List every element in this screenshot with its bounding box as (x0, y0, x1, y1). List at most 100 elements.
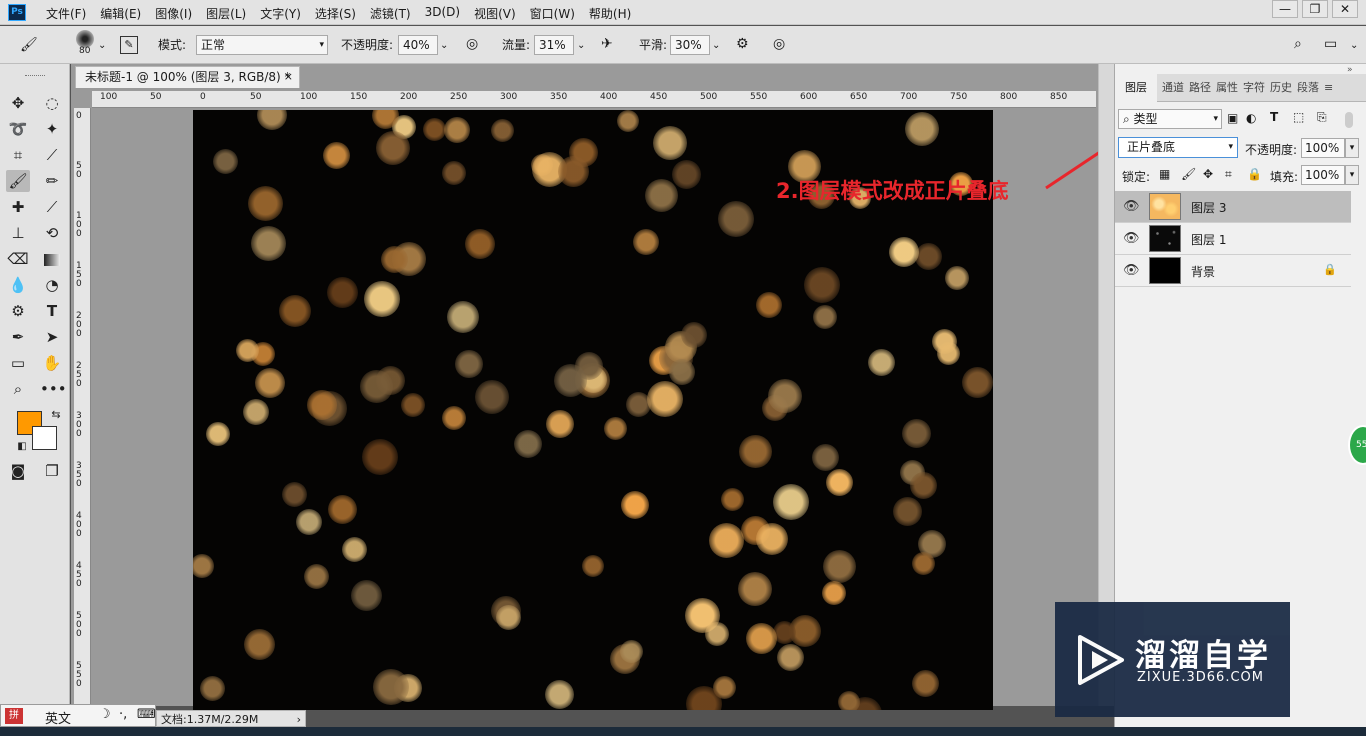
lasso-tool-icon[interactable]: ➰ (6, 118, 30, 140)
filter-adjustment-icon[interactable]: ◐ (1246, 111, 1256, 125)
fill-input[interactable]: 100% (1301, 165, 1345, 185)
default-colors-icon[interactable]: ◧ (10, 436, 34, 458)
rectangle-tool-icon[interactable]: ▭ (6, 352, 30, 374)
swap-colors-icon[interactable]: ⇆ (44, 404, 68, 426)
hand-tool-icon[interactable]: ✋ (40, 352, 64, 374)
smoothing-input[interactable]: 30% (670, 35, 710, 55)
screen-mode-icon[interactable]: ❐ (40, 460, 64, 482)
healing-tool-icon[interactable]: ✚ (6, 196, 30, 218)
eye-icon[interactable]: 👁 (1123, 263, 1140, 278)
filter-smart-object-icon[interactable]: ⎘ (1317, 110, 1327, 125)
chevron-down-icon[interactable]: ⌄ (440, 38, 448, 54)
chevron-down-icon[interactable]: ⌄ (577, 38, 585, 54)
chevron-down-icon[interactable]: ⌄ (712, 38, 720, 54)
filter-shape-icon[interactable]: ⬚ (1293, 110, 1304, 124)
moon-icon[interactable]: ☽ (99, 707, 111, 722)
tab-history[interactable]: 历史 (1265, 74, 1292, 102)
menu-layer[interactable]: 图层(L) (206, 5, 246, 22)
zoom-tool-icon[interactable]: ⌕ (6, 378, 30, 400)
pressure-size-icon[interactable]: ◎ (773, 36, 785, 52)
panel-menu-icon[interactable]: ≡ (1319, 74, 1338, 102)
gradient-tool-icon[interactable] (40, 248, 64, 270)
pencil-tool-icon[interactable]: ✏ (40, 170, 64, 192)
move-tool-icon[interactable]: ✥ (6, 92, 30, 114)
chevron-right-icon[interactable]: › (297, 711, 301, 728)
layer-name[interactable]: 图层 1 (1191, 231, 1226, 248)
minimize-button[interactable]: — (1272, 0, 1298, 18)
layer-row-background[interactable]: 👁 背景 🔒 (1115, 255, 1351, 287)
tab-properties[interactable]: 属性 (1211, 74, 1238, 102)
tab-layers[interactable]: 图层 (1115, 74, 1157, 102)
lock-transparency-icon[interactable]: ▦ (1159, 167, 1170, 181)
menu-type[interactable]: 文字(Y) (260, 5, 301, 22)
crop-tool-icon[interactable]: ⌗ (6, 144, 30, 166)
type-tool-icon[interactable]: T (40, 300, 64, 322)
layer-opacity-input[interactable]: 100% (1301, 138, 1345, 158)
close-tab-icon[interactable]: × (284, 67, 293, 87)
lock-all-icon[interactable]: 🔒 (1247, 167, 1262, 181)
tab-channels[interactable]: 通道 (1157, 74, 1184, 102)
eyedropper-tool-icon[interactable]: ⟋ (40, 144, 64, 166)
brush-panel-icon[interactable]: ✎ (120, 36, 138, 54)
3d-tool-icon[interactable]: ⚙ (6, 300, 30, 322)
eraser-tool-icon[interactable]: ⌫ (6, 248, 30, 270)
layer-name[interactable]: 背景 (1191, 263, 1215, 280)
layer-row-layer1[interactable]: 👁 图层 1 (1115, 223, 1351, 255)
pressure-opacity-icon[interactable]: ◎ (466, 36, 478, 52)
restore-button[interactable]: ❐ (1302, 0, 1328, 18)
menu-edit[interactable]: 编辑(E) (100, 5, 141, 22)
opacity-input[interactable]: 40% (398, 35, 438, 55)
toolbar-grip[interactable] (25, 75, 45, 78)
more-tools-icon[interactable]: ••• (40, 378, 67, 400)
search-icon[interactable]: ⌕ (1294, 36, 1302, 52)
menu-image[interactable]: 图像(I) (155, 5, 192, 22)
layer-row-layer3[interactable]: 👁 图层 3 (1115, 191, 1351, 223)
filter-pixel-icon[interactable]: ▣ (1227, 111, 1238, 125)
lock-artboard-icon[interactable]: ⌗ (1225, 167, 1232, 182)
tab-character[interactable]: 字符 (1238, 74, 1265, 102)
pen-tool-icon[interactable]: ✒ (6, 326, 30, 348)
chevron-down-icon[interactable]: ⌄ (1350, 38, 1358, 54)
keyboard-icon[interactable]: ⌨ (137, 707, 156, 722)
gear-icon[interactable]: ⚙ (736, 36, 749, 52)
stamp-tool-icon[interactable]: ⊥ (6, 222, 30, 244)
menu-3d[interactable]: 3D(D) (425, 5, 460, 22)
quick-mask-icon[interactable]: ◙ (6, 460, 30, 482)
magic-wand-tool-icon[interactable]: ✦ (40, 118, 64, 140)
eye-icon[interactable]: 👁 (1123, 231, 1140, 246)
brush-tool-icon[interactable]: 🖌 (20, 37, 38, 53)
history-brush-tool-icon[interactable]: ⟲ (40, 222, 64, 244)
workspace-icon[interactable]: ▭ (1324, 36, 1337, 52)
tab-paragraph[interactable]: 段落 (1292, 74, 1319, 102)
filter-type-icon[interactable]: T (1270, 110, 1278, 124)
path-select-tool-icon[interactable]: ➤ (40, 326, 64, 348)
brush-tool-icon[interactable]: 🖌 (6, 170, 30, 192)
menu-help[interactable]: 帮助(H) (589, 5, 631, 22)
filter-toggle[interactable] (1345, 112, 1353, 128)
menu-view[interactable]: 视图(V) (474, 5, 516, 22)
blur-tool-icon[interactable]: 💧 (6, 274, 30, 296)
dodge-tool-icon[interactable]: ◔ (40, 274, 64, 296)
chevron-down-icon[interactable]: ▾ (1345, 165, 1359, 185)
chevron-down-icon[interactable]: ▾ (1345, 138, 1359, 158)
marquee-tool-icon[interactable]: ◌ (40, 92, 64, 114)
background-color-swatch[interactable] (32, 426, 57, 450)
mixer-brush-tool-icon[interactable]: ⟋ (40, 196, 64, 218)
tab-paths[interactable]: 路径 (1184, 74, 1211, 102)
menu-filter[interactable]: 滤镜(T) (370, 5, 411, 22)
flow-input[interactable]: 31% (534, 35, 574, 55)
lock-position-icon[interactable]: ✥ (1203, 167, 1213, 181)
menu-window[interactable]: 窗口(W) (530, 5, 575, 22)
lock-pixels-icon[interactable]: 🖌 (1181, 167, 1196, 181)
airbrush-icon[interactable]: ✈ (601, 36, 613, 52)
chevron-down-icon[interactable]: ⌄ (98, 38, 106, 54)
ime-mode-label[interactable]: 英文 (45, 708, 71, 727)
menu-file[interactable]: 文件(F) (46, 5, 86, 22)
close-window-button[interactable]: ✕ (1332, 0, 1358, 18)
layer-name[interactable]: 图层 3 (1191, 199, 1226, 216)
punctuation-icon[interactable]: ·, (119, 707, 127, 722)
mode-select[interactable]: 正常 ▾ (196, 35, 328, 55)
menu-select[interactable]: 选择(S) (315, 5, 356, 22)
layer-filter-select[interactable]: ⌕ 类型 ▾ (1118, 109, 1222, 129)
blend-mode-select[interactable]: 正片叠底 ▾ (1118, 137, 1238, 158)
